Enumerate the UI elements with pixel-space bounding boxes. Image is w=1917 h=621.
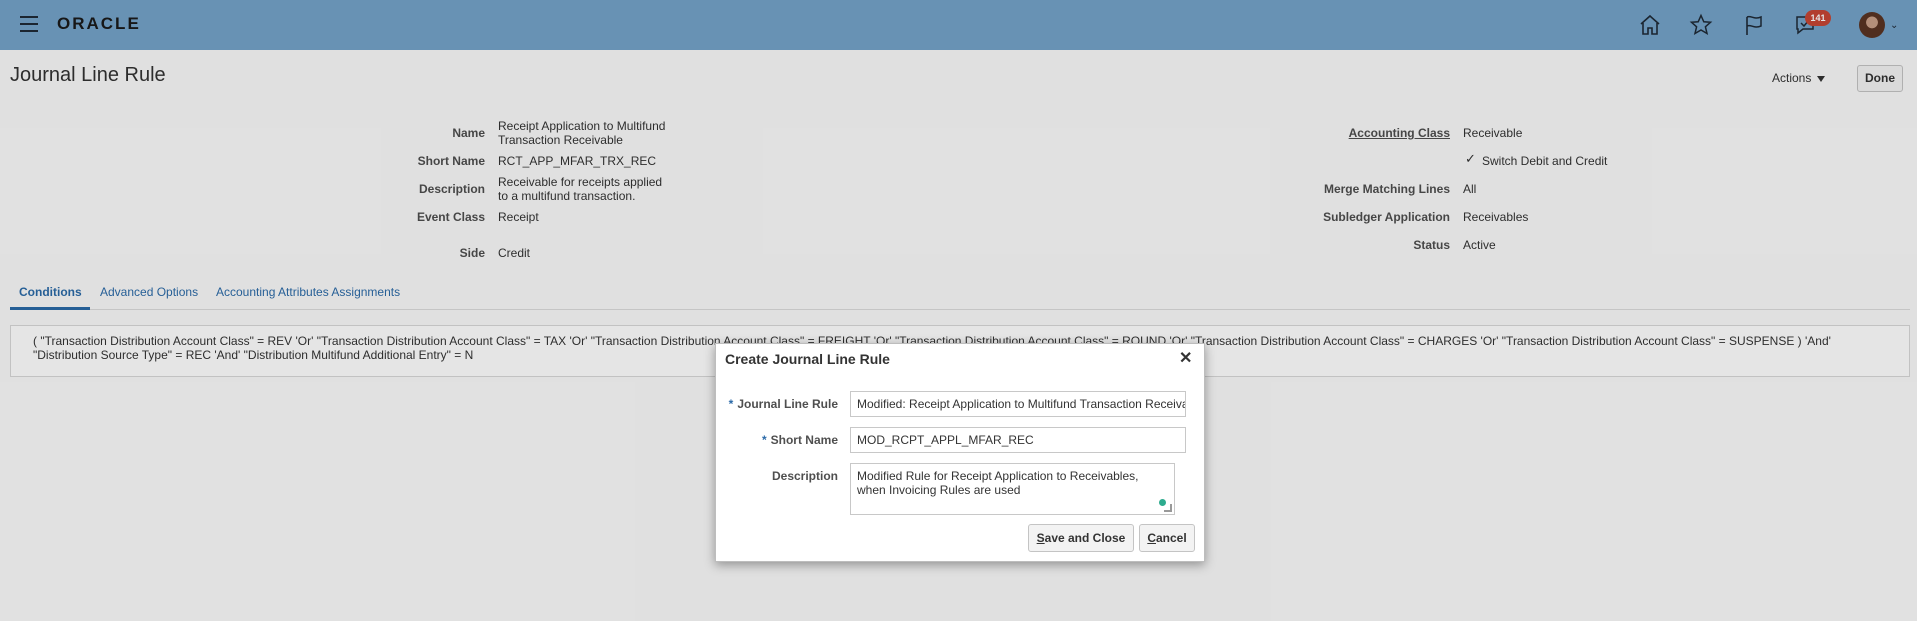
short-name-label: * Short Name	[761, 433, 838, 447]
resize-grip-icon[interactable]	[1164, 504, 1172, 512]
description-textarea[interactable]: Modified Rule for Receipt Application to…	[850, 463, 1175, 515]
journal-line-rule-input[interactable]: Modified: Receipt Application to Multifu…	[850, 391, 1186, 417]
close-icon[interactable]: ✕	[1179, 348, 1192, 368]
short-name-input[interactable]: MOD_RCPT_APPL_MFAR_REC	[850, 427, 1186, 453]
journal-line-rule-label: * Journal Line Rule	[728, 397, 838, 411]
description-label: Description	[771, 469, 838, 483]
create-journal-line-rule-dialog: Create Journal Line Rule ✕ * Journal Line…	[715, 343, 1205, 562]
dialog-title: Create Journal Line Rule	[725, 351, 890, 367]
required-icon: *	[728, 397, 734, 411]
save-and-close-button[interactable]: Save and Close	[1028, 524, 1134, 552]
required-icon: *	[761, 433, 767, 447]
cancel-button[interactable]: Cancel	[1139, 524, 1195, 552]
description-text: Modified Rule for Receipt Application to…	[857, 469, 1139, 497]
